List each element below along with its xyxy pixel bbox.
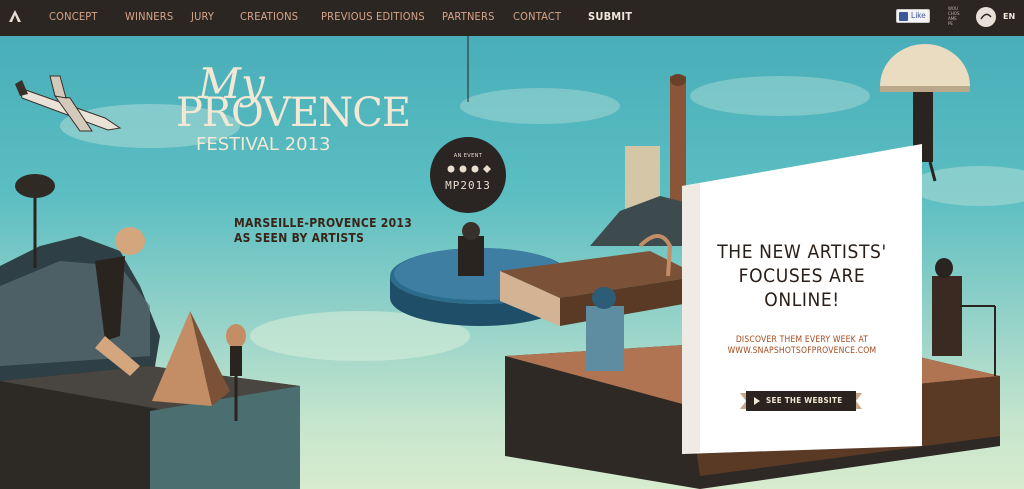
nav-item-jury[interactable]: JURY [191, 10, 214, 23]
hero-scene: My PROVENCE FESTIVAL 2013 MARSEILLE-PROV… [0, 36, 1024, 489]
subtitle-line-1: MARSEILLE-PROVENCE 2013 [234, 216, 413, 230]
play-icon [754, 397, 760, 405]
title-line-festival: FESTIVAL 2013 [196, 134, 331, 155]
partner-mini-logo[interactable]: WOU CHOS AME PE [948, 6, 966, 30]
title-line-provence: PROVENCE [176, 90, 411, 136]
top-nav: CONCEPT WINNERS JURY CREATIONS PREVIOUS … [0, 0, 1024, 36]
nav-item-winners[interactable]: WINNERS [125, 10, 173, 23]
festival-logo-title: My PROVENCE FESTIVAL 2013 [168, 63, 428, 203]
nav-item-partners[interactable]: PARTNERS [442, 10, 495, 23]
card-description: DISCOVER THEM EVERY WEEK AT WWW.SNAPSHOT… [694, 335, 910, 357]
hero-subtitle: MARSEILLE-PROVENCE 2013 AS SEEN BY ARTIS… [234, 216, 434, 246]
card-headline: THE NEW ARTISTS' FOCUSES ARE ONLINE! [697, 240, 907, 312]
see-website-label: SEE THE WEBSITE [766, 396, 843, 405]
badge-event-label: AN EVENT [453, 153, 483, 159]
announcement-card: THE NEW ARTISTS' FOCUSES ARE ONLINE! DIS… [682, 180, 922, 489]
headline-line-3: ONLINE! [764, 289, 840, 311]
triangle-logo-icon[interactable] [8, 9, 22, 23]
desc-line-1: DISCOVER THEM EVERY WEEK AT [735, 335, 869, 345]
sound-toggle-icon[interactable] [976, 7, 996, 27]
nav-item-previous-editions[interactable]: PREVIOUS EDITIONS [321, 10, 425, 23]
nav-item-contact[interactable]: CONTACT [513, 10, 561, 23]
ribbon-right [856, 393, 862, 409]
badge-dots-icon [447, 165, 491, 173]
badge-name: MP2013 [445, 179, 491, 192]
headline-line-1: THE NEW ARTISTS' [717, 241, 887, 263]
mp2013-badge[interactable]: AN EVENT MP2013 [430, 137, 506, 213]
nav-item-creations[interactable]: CREATIONS [240, 10, 298, 23]
facebook-like-button[interactable]: Like [896, 9, 930, 23]
desc-line-2[interactable]: WWW.SNAPSHOTSOFPROVENCE.COM [694, 346, 910, 357]
nav-item-submit[interactable]: SUBMIT [588, 10, 632, 23]
headline-line-2: FOCUSES ARE [738, 265, 866, 287]
see-website-button[interactable]: SEE THE WEBSITE [746, 391, 856, 411]
subtitle-line-2: AS SEEN BY ARTISTS [234, 231, 365, 245]
nav-item-concept[interactable]: CONCEPT [49, 10, 98, 23]
mini-logo-line: PE [948, 21, 953, 26]
like-label: Like [911, 11, 926, 20]
facebook-icon [899, 12, 908, 21]
language-switch[interactable]: EN [1003, 12, 1015, 21]
